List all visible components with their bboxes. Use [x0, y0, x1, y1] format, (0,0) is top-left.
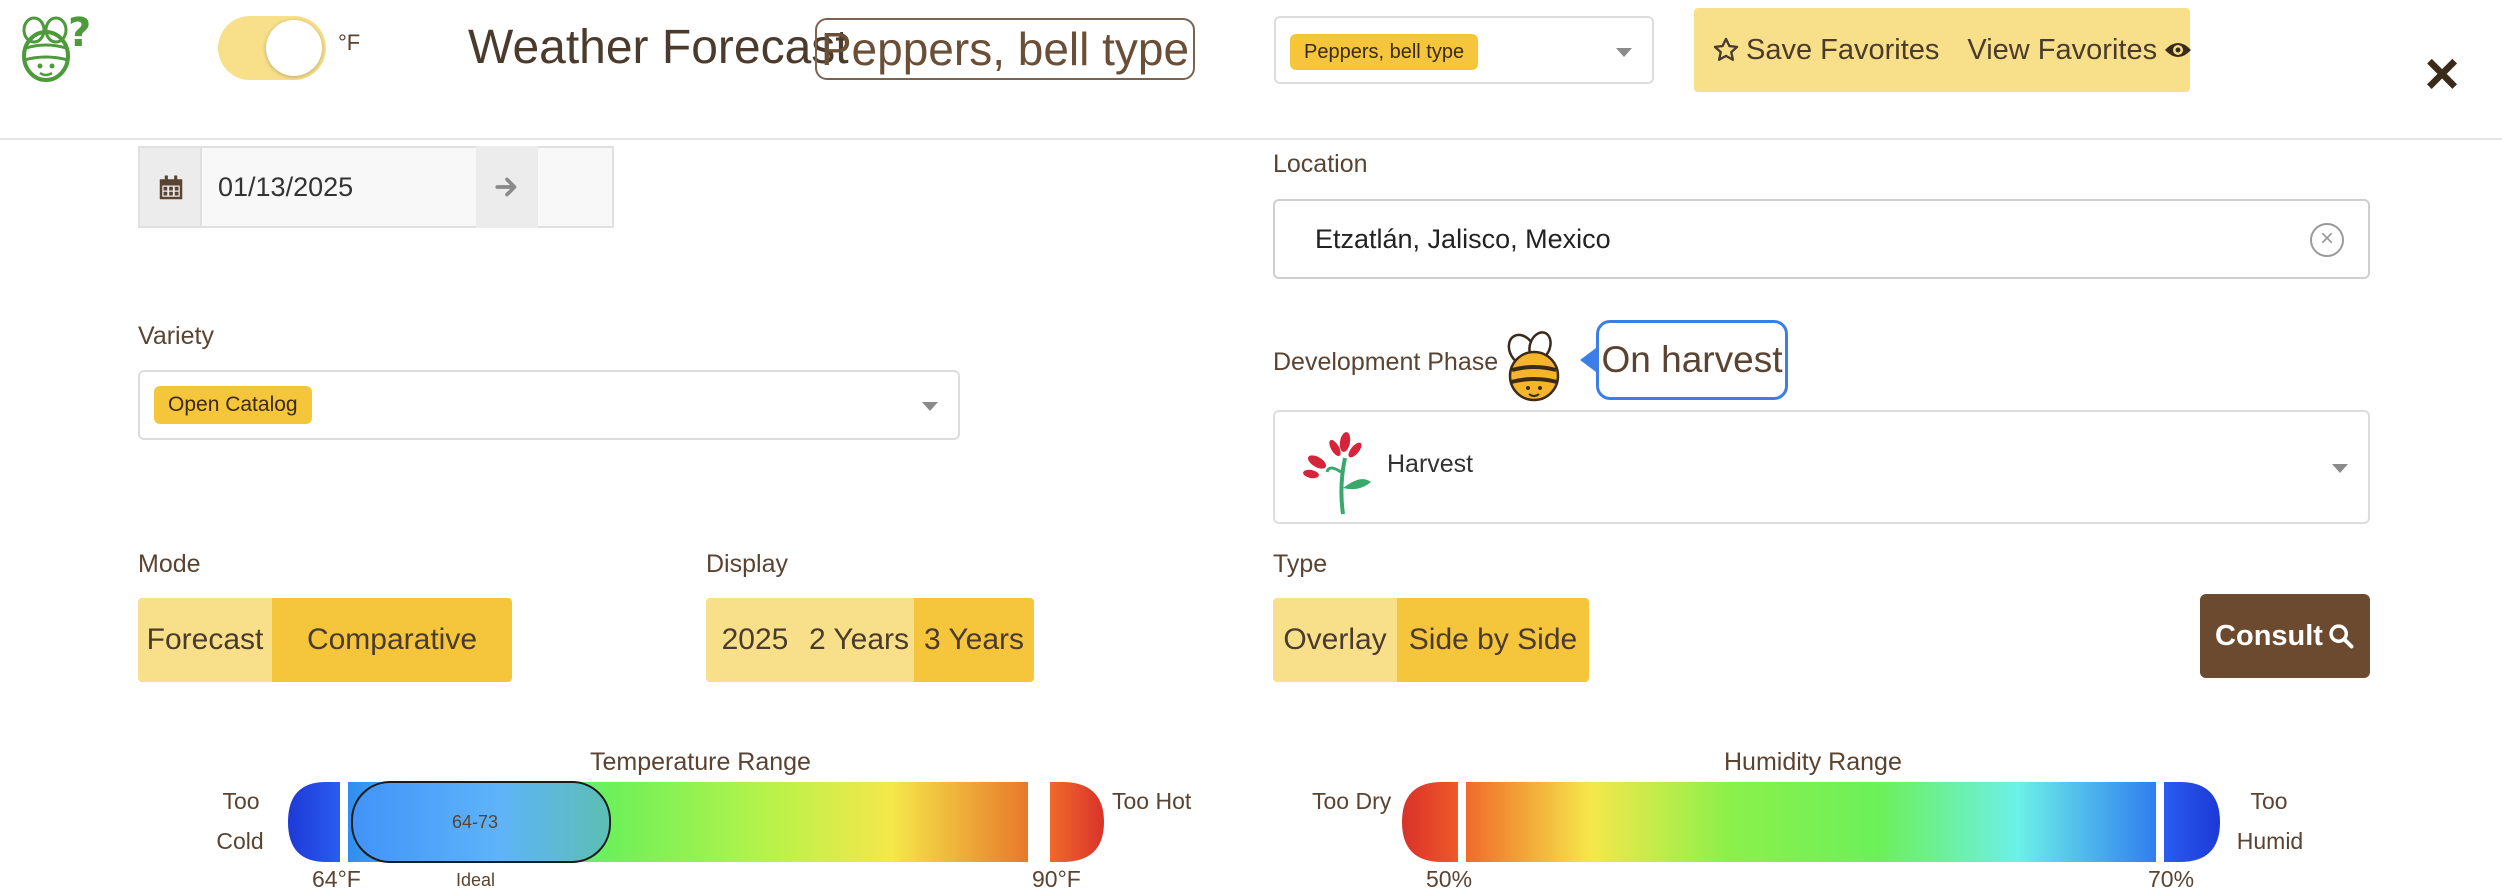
- humidity-gradient-segment: [1466, 782, 2156, 862]
- temperature-range-title: Temperature Range: [590, 748, 811, 776]
- date-next-button[interactable]: [476, 146, 538, 228]
- eye-icon: [2165, 43, 2192, 57]
- crop-select[interactable]: Peppers, bell type: [1274, 16, 1654, 84]
- location-input[interactable]: Etzatlán, Jalisco, Mexico ×: [1273, 199, 2370, 279]
- display-segmented-control: 2025 2 Years 3 Years: [706, 598, 1034, 682]
- mode-option-comparative[interactable]: Comparative: [272, 598, 512, 682]
- svg-text:?: ?: [68, 10, 91, 56]
- crop-title-badge: Peppers, bell type: [815, 18, 1195, 80]
- too-humid-label-line1: Too: [2250, 788, 2288, 814]
- too-cold-segment: [288, 782, 340, 862]
- temperature-range-bar: [288, 781, 1104, 863]
- location-value: Etzatlán, Jalisco, Mexico: [1315, 224, 1611, 254]
- temperature-min-label: 64°F: [312, 866, 361, 892]
- mode-label: Mode: [138, 550, 201, 578]
- too-cold-label-line1: Too: [222, 788, 260, 814]
- save-favorites-label: Save Favorites: [1746, 33, 1940, 66]
- type-label: Type: [1273, 550, 1328, 578]
- development-phase-select[interactable]: Harvest: [1273, 410, 2370, 524]
- unit-label: °F: [338, 30, 361, 55]
- type-option-side-by-side[interactable]: Side by Side: [1397, 598, 1589, 682]
- chevron-down-icon: [922, 402, 938, 411]
- calendar-button[interactable]: [138, 146, 202, 228]
- chevron-down-icon: [1616, 48, 1632, 57]
- mode-segmented-control: Forecast Comparative: [138, 598, 512, 682]
- ideal-range-value: 64-73: [452, 812, 499, 832]
- star-icon: [1713, 37, 1739, 61]
- flower-plant-icon: [1299, 426, 1379, 516]
- display-option-2-years[interactable]: 2 Years: [804, 598, 914, 682]
- page-title: Weather Forecast: [468, 21, 849, 74]
- too-dry-segment: [1402, 782, 1458, 862]
- too-dry-label: Too Dry: [1312, 788, 1392, 814]
- clear-icon[interactable]: ×: [2310, 223, 2344, 257]
- display-label: Display: [706, 550, 788, 578]
- unit-toggle[interactable]: [218, 16, 326, 80]
- consult-label: Consult: [2215, 619, 2323, 652]
- humidity-max-label: 70%: [2148, 866, 2195, 892]
- toggle-knob: [266, 20, 322, 76]
- bee-help-logo-icon[interactable]: ?: [10, 8, 100, 88]
- view-favorites-button[interactable]: View Favorites: [1967, 8, 2193, 92]
- crop-select-tag: Peppers, bell type: [1290, 34, 1479, 70]
- phase-speech-bubble: On harvest: [1596, 320, 1788, 400]
- calendar-icon: [159, 175, 183, 200]
- date-input-wrap: 01/13/2025: [200, 146, 616, 228]
- view-favorites-label: View Favorites: [1967, 33, 2158, 66]
- too-hot-segment: [1050, 782, 1104, 862]
- humidity-range-title: Humidity Range: [1724, 748, 1902, 776]
- variety-label: Variety: [138, 322, 214, 350]
- date-input[interactable]: 01/13/2025: [200, 146, 614, 228]
- arrow-right-icon: [495, 177, 517, 197]
- ideal-label: Ideal: [456, 870, 496, 890]
- display-option-3-years[interactable]: 3 Years: [914, 598, 1034, 682]
- humidity-range-bar: [1402, 782, 2220, 862]
- too-humid-segment: [2164, 782, 2220, 862]
- type-option-overlay[interactable]: Overlay: [1273, 598, 1397, 682]
- too-hot-label: Too Hot: [1112, 788, 1192, 814]
- development-phase-label: Development Phase: [1273, 348, 1499, 376]
- bee-mascot-icon: [1502, 330, 1566, 404]
- favorites-bar: Save Favorites View Favorites: [1694, 8, 2193, 92]
- save-favorites-button[interactable]: Save Favorites: [1712, 8, 1939, 92]
- location-label: Location: [1273, 150, 1368, 178]
- too-humid-label-line2: Humid: [2236, 828, 2304, 854]
- close-icon[interactable]: ×: [2418, 44, 2466, 104]
- display-option-2025[interactable]: 2025: [706, 598, 804, 682]
- temperature-max-label: 90°F: [1032, 866, 1081, 892]
- consult-button[interactable]: Consult: [2200, 594, 2370, 678]
- type-segmented-control: Overlay Side by Side: [1273, 598, 1589, 682]
- chevron-down-icon: [2332, 464, 2348, 473]
- search-icon: [2329, 624, 2354, 649]
- bubble-tail: [1580, 348, 1596, 372]
- phase-value: Harvest: [1387, 450, 1474, 478]
- humidity-min-label: 50%: [1426, 866, 1473, 892]
- too-cold-label-line2: Cold: [216, 828, 264, 854]
- mode-option-forecast[interactable]: Forecast: [138, 598, 272, 682]
- variety-tag: Open Catalog: [154, 386, 312, 424]
- variety-select[interactable]: Open Catalog: [138, 370, 960, 440]
